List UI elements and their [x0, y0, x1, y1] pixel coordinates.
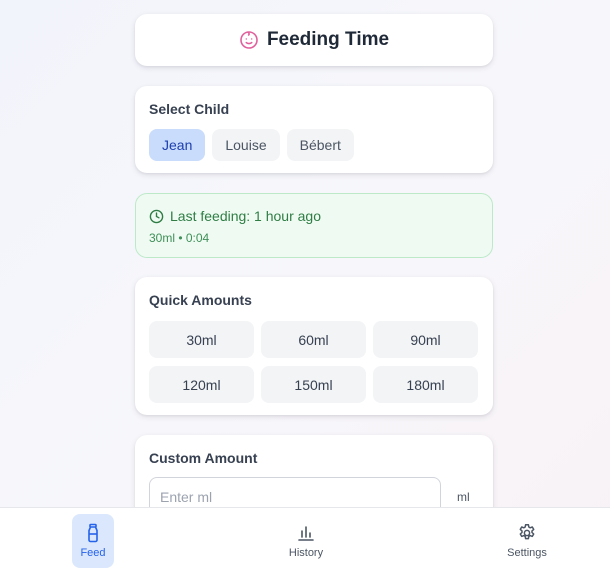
header-card: Feeding Time [135, 14, 493, 66]
unit-label: ml [457, 490, 470, 504]
select-child-title: Select Child [149, 101, 230, 117]
child-chip-louise[interactable]: Louise [212, 129, 280, 161]
nav-item-settings[interactable]: Settings [503, 514, 551, 568]
child-chip-jean[interactable]: Jean [149, 129, 206, 161]
nav-label-history: History [288, 547, 324, 559]
nav-item-history[interactable]: History [283, 514, 329, 568]
quick-amounts-title: Quick Amounts [149, 292, 252, 308]
clock-icon [149, 209, 164, 224]
amount-button-150ml[interactable]: 150ml [261, 366, 366, 403]
amount-button-30ml[interactable]: 30ml [149, 321, 254, 358]
page-title: Feeding Time [266, 29, 390, 50]
nav-label-settings: Settings [507, 547, 547, 559]
last-feeding-card: Last feeding: 1 hour ago 30ml • 0:04 [135, 193, 493, 258]
custom-amount-title: Custom Amount [149, 450, 258, 466]
child-chip-group: Jean Louise Bébert [149, 129, 479, 161]
amount-button-180ml[interactable]: 180ml [373, 366, 478, 403]
quick-amounts-card: Quick Amounts 30ml 60ml 90ml 120ml 150ml… [135, 277, 493, 415]
bar-chart-icon [296, 523, 316, 543]
last-feeding-detail: 30ml • 0:04 [149, 231, 210, 245]
select-child-card: Select Child Jean Louise Bébert [135, 86, 493, 173]
child-chip-bebert[interactable]: Bébert [286, 129, 354, 161]
baby-face-icon [239, 30, 259, 50]
nav-label-feed: Feed [80, 547, 106, 559]
gear-icon [517, 523, 537, 543]
bottle-icon [83, 523, 103, 543]
amount-button-90ml[interactable]: 90ml [373, 321, 478, 358]
quick-amounts-grid: 30ml 60ml 90ml 120ml 150ml 180ml [149, 321, 479, 403]
bottom-nav: Feed History Settings [0, 507, 610, 573]
amount-button-60ml[interactable]: 60ml [261, 321, 366, 358]
nav-item-feed[interactable]: Feed [72, 514, 114, 568]
last-feeding-text: Last feeding: 1 hour ago [170, 208, 322, 224]
amount-button-120ml[interactable]: 120ml [149, 366, 254, 403]
